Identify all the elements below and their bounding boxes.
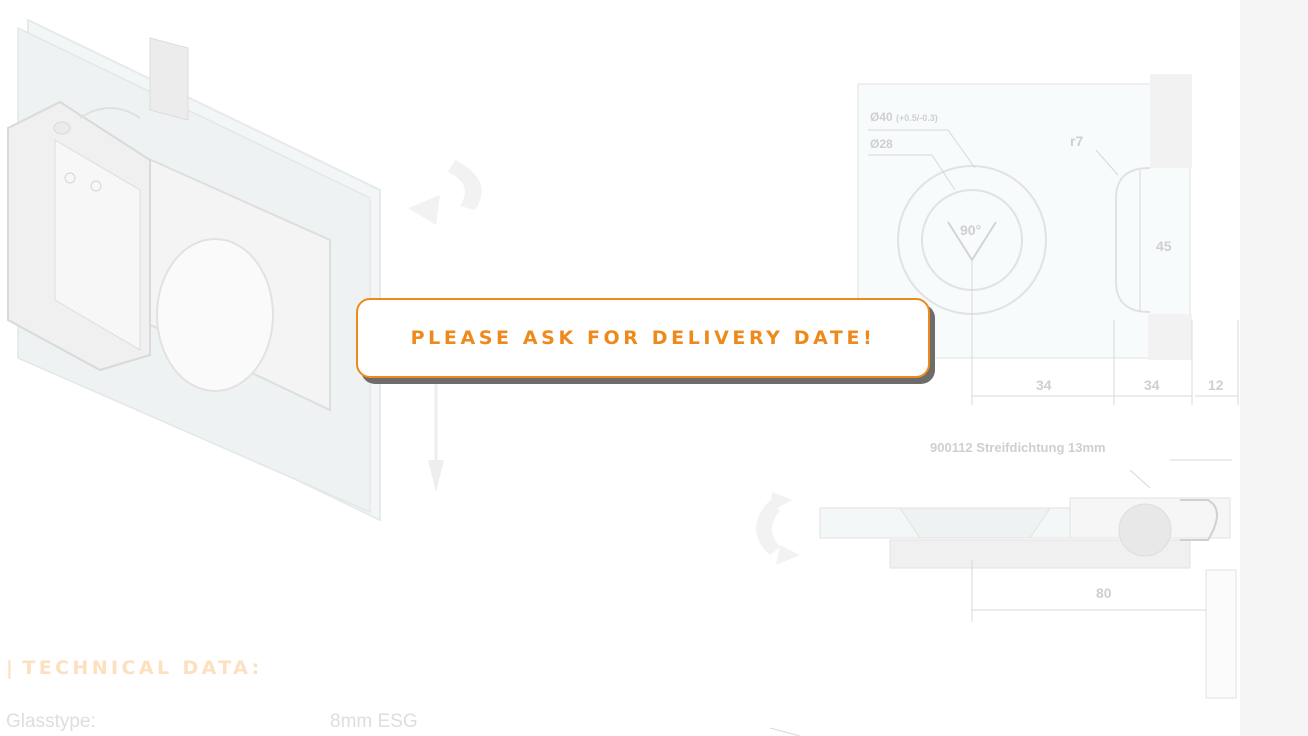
side-panel [1240,0,1308,736]
product-hinge-illustration [7,18,381,522]
dimension-width-a: 34 [1036,377,1052,393]
rotate-arrow-icon [756,492,800,565]
rotate-arrow-icon [408,160,482,225]
tech-row-label: Glasstype: [6,711,96,732]
tech-row-value: 8mm ESG [330,711,418,732]
dimension-inner-diameter: Ø28 [870,137,893,151]
dimension-height: 45 [1156,238,1172,254]
technical-drawing [769,74,1239,736]
dimension-depth: 80 [1096,585,1112,601]
dimension-outer-diameter: Ø40 (+0.5/-0.3) [870,110,938,124]
heading-bar-icon: | [6,657,17,679]
delivery-date-notice-label: PLEASE ASK FOR DELIVERY DATE! [410,327,876,349]
technical-data-heading: | TECHNICAL DATA: [6,657,263,679]
dimension-radius: r7 [1070,133,1084,149]
down-arrow-icon [428,380,444,492]
dimension-width-c: 12 [1208,377,1224,393]
seal-label: 900112 Streifdichtung 13mm [930,440,1106,455]
delivery-date-notice[interactable]: PLEASE ASK FOR DELIVERY DATE! [356,298,930,378]
dimension-angle: 90° [960,222,982,238]
dimension-width-b: 34 [1144,377,1160,393]
product-detail-stage: Ø40 (+0.5/-0.3) Ø28 r7 90° 45 34 34 12 9… [0,0,1308,736]
